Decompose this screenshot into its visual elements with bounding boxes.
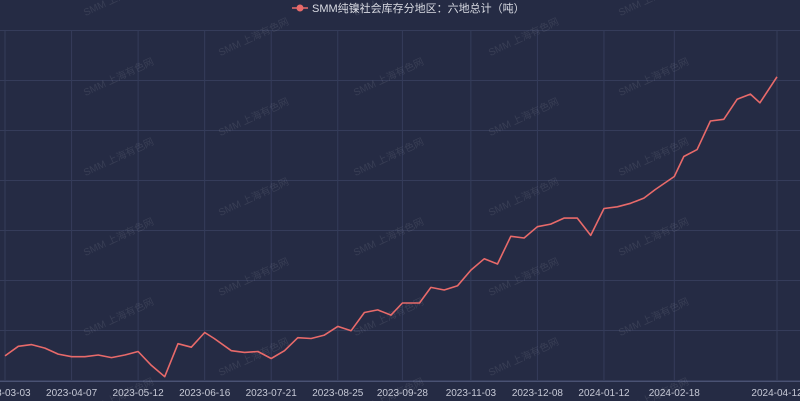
data-point[interactable] [96, 353, 101, 358]
data-point[interactable] [417, 301, 422, 306]
data-point[interactable] [535, 224, 540, 229]
data-point[interactable] [628, 201, 633, 206]
data-point[interactable] [602, 206, 607, 211]
data-point[interactable] [309, 336, 314, 341]
data-point[interactable] [775, 74, 780, 79]
data-point[interactable] [202, 330, 207, 335]
data-point[interactable] [482, 256, 487, 261]
x-tick-label: 2023-09-28 [377, 388, 429, 399]
x-axis-ticks: 2023-03-03 2023-04-07 2023-05-12 2023-06-16… [0, 388, 800, 399]
data-point[interactable] [562, 216, 567, 221]
data-point[interactable] [400, 301, 405, 306]
data-point[interactable] [641, 196, 646, 201]
data-point[interactable] [282, 348, 287, 353]
data-point[interactable] [255, 349, 260, 354]
x-tick-label: 2023-06-16 [179, 388, 231, 399]
data-point[interactable] [428, 285, 433, 290]
data-point[interactable] [212, 336, 217, 341]
x-tick-label: 2023-04-07 [46, 388, 98, 399]
data-point[interactable] [672, 174, 677, 179]
data-point[interactable] [442, 288, 447, 293]
data-point[interactable] [3, 353, 8, 358]
data-point[interactable] [681, 154, 686, 159]
chart-container: SMM 上海有色网 SMM 上海有色网 SMM 上海有色网 SMM 上海有色网 SMM … [0, 0, 800, 401]
x-tick-label: 2023-12-08 [512, 388, 564, 399]
data-point[interactable] [295, 335, 300, 340]
data-point[interactable] [588, 233, 593, 238]
data-point[interactable] [748, 92, 753, 97]
x-tick-label: 2024-01-12 [578, 388, 630, 399]
data-point[interactable] [269, 356, 274, 361]
line-chart: SMM 上海有色网SMM 上海有色网SMM 上海有色网SMM 上海有色网SMM … [0, 0, 800, 401]
data-point[interactable] [56, 352, 61, 357]
x-tick-label: 2023-05-12 [113, 388, 165, 399]
x-tick-label: 2024-02-18 [649, 388, 701, 399]
x-tick-label: 2023-11-03 [446, 388, 497, 399]
data-point[interactable] [335, 324, 340, 329]
legend-marker-dot [296, 4, 304, 12]
x-tick-label: 2024-04-12 [751, 388, 800, 399]
data-point[interactable] [548, 222, 553, 227]
data-point[interactable] [136, 349, 141, 354]
x-tick-label: 2023-07-21 [246, 388, 298, 399]
data-point[interactable] [362, 310, 367, 315]
data-point[interactable] [176, 341, 181, 346]
data-point[interactable] [735, 97, 740, 102]
data-point[interactable] [653, 187, 658, 192]
data-point[interactable] [495, 262, 500, 267]
data-point[interactable] [349, 328, 354, 333]
data-point[interactable] [757, 100, 762, 105]
data-point[interactable] [162, 374, 167, 379]
data-point[interactable] [508, 234, 513, 239]
data-point[interactable] [322, 333, 327, 338]
data-point[interactable] [242, 350, 247, 355]
data-point[interactable] [375, 307, 380, 312]
data-point[interactable] [122, 353, 127, 358]
data-point[interactable] [16, 344, 21, 349]
data-point[interactable] [389, 313, 394, 318]
data-point[interactable] [29, 342, 34, 347]
data-point[interactable] [575, 216, 580, 221]
data-point[interactable] [468, 268, 473, 273]
data-point[interactable] [42, 346, 47, 351]
legend[interactable]: SMM纯镍社会库存分地区：六地总计（吨） [292, 1, 525, 15]
data-point[interactable] [229, 348, 234, 353]
data-point[interactable] [455, 283, 460, 288]
data-point[interactable] [708, 119, 713, 124]
data-point[interactable] [721, 117, 726, 122]
x-tick-label: 2023-08-25 [312, 388, 364, 399]
data-point[interactable] [522, 236, 527, 241]
legend-label: SMM纯镍社会库存分地区：六地总计（吨） [312, 1, 525, 15]
data-point[interactable] [615, 204, 620, 209]
data-point[interactable] [82, 354, 87, 359]
data-point[interactable] [189, 345, 194, 350]
x-tick-label: 2023-03-03 [0, 388, 31, 399]
data-point[interactable] [695, 147, 700, 152]
data-point[interactable] [149, 363, 154, 368]
data-point[interactable] [109, 355, 114, 360]
data-point[interactable] [69, 354, 74, 359]
